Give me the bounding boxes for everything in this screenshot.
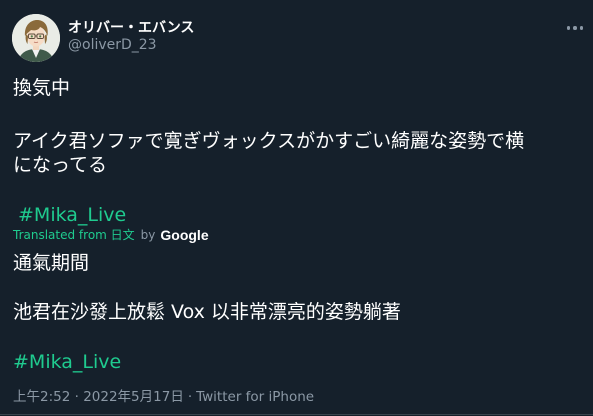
- meta-separator: ·: [187, 389, 193, 405]
- tweet-text-line-2: アイク君ソファで寛ぎヴォックスがかすごい綺麗な姿勢で横: [13, 130, 525, 152]
- more-horizontal-icon: [566, 26, 584, 30]
- author-display-name[interactable]: オリバー・エバンス: [68, 17, 194, 37]
- tweet-text-line-1: 換気中: [13, 77, 71, 99]
- author-handle[interactable]: @oliverD_23: [68, 37, 157, 53]
- tweet-timestamp[interactable]: 上午2:52 · 2022年5月17日: [13, 389, 184, 405]
- translated-text-line-2: 池君在沙發上放鬆 Vox 以非常漂亮的姿勢躺著: [13, 301, 401, 323]
- translated-by-label: by: [140, 228, 156, 242]
- divider: [0, 414, 593, 415]
- translation-attribution: Translated from 日文 by Google: [13, 227, 209, 243]
- avatar-illustration: [12, 14, 60, 62]
- more-options-button[interactable]: [562, 18, 588, 38]
- author-avatar[interactable]: [12, 14, 60, 62]
- google-logo: Google: [160, 227, 209, 243]
- tweet-text-line-3: になってる: [13, 154, 108, 176]
- translated-hashtag-link[interactable]: #Mika_Live: [13, 350, 121, 374]
- tweet-source-link[interactable]: Twitter for iPhone: [196, 389, 314, 405]
- translated-text-line-1: 通氣期間: [13, 252, 90, 274]
- tweet-hashtag-link[interactable]: #Mika_Live: [18, 203, 126, 227]
- translated-from-link[interactable]: Translated from 日文: [13, 227, 135, 243]
- tweet-meta: 上午2:52 · 2022年5月17日 · Twitter for iPhone: [13, 388, 314, 406]
